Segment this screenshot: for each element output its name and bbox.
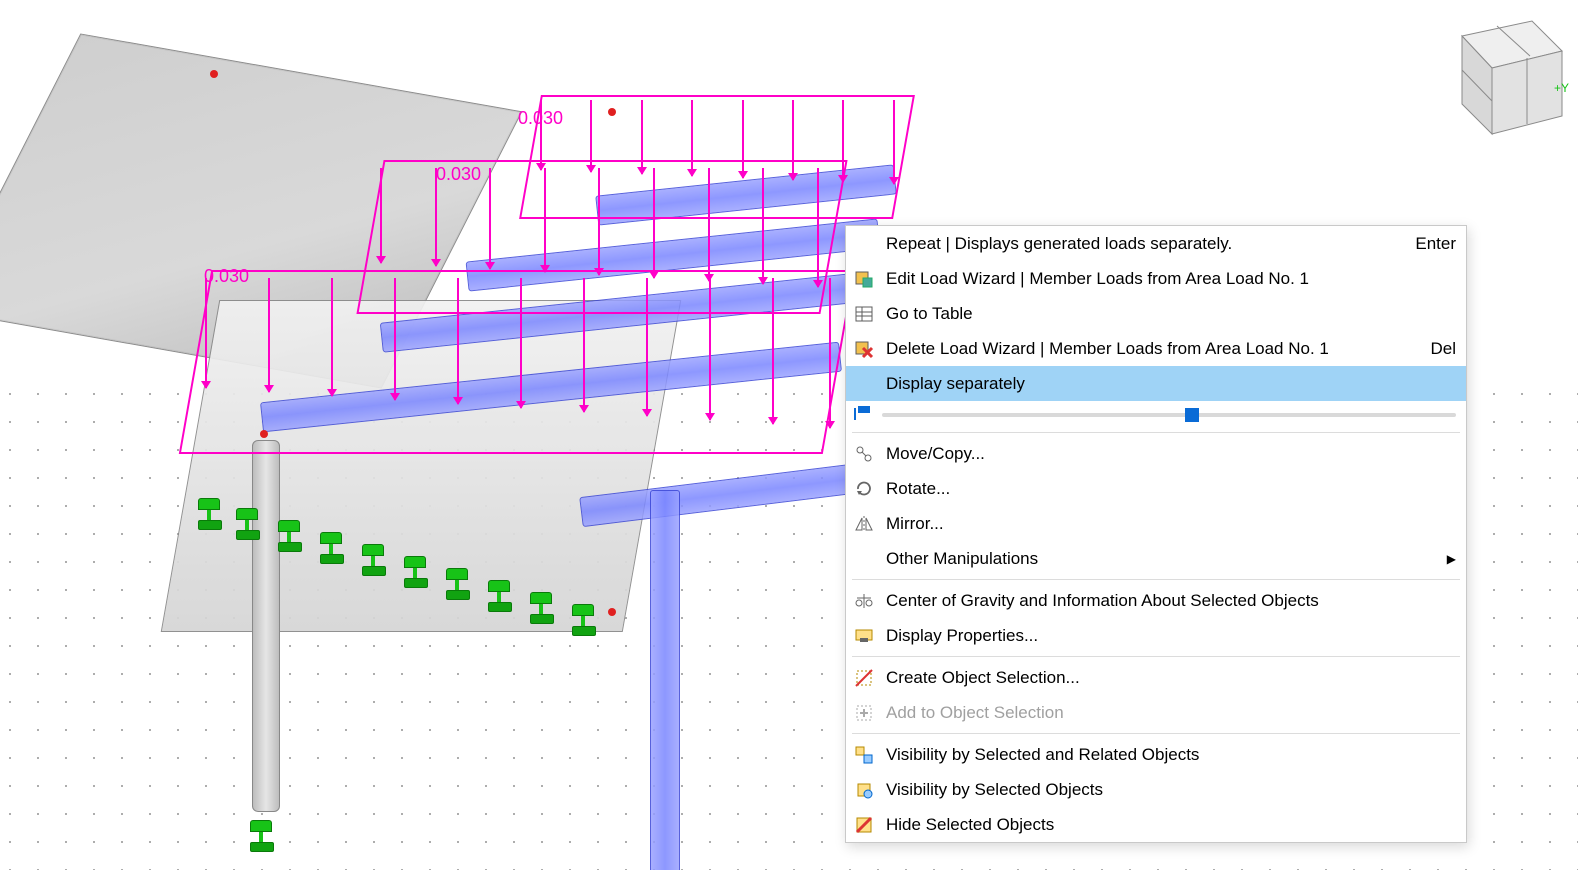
transparency-icon	[852, 403, 872, 428]
viewcube-axis-label: +Y	[1554, 81, 1569, 95]
load-value-label: 0.030	[518, 108, 563, 129]
wizard-edit-icon	[852, 267, 876, 291]
menu-separator	[852, 579, 1460, 580]
scale-icon	[852, 589, 876, 613]
menu-item-label: Display Properties...	[886, 626, 1456, 646]
menu-item-shortcut: Enter	[1395, 234, 1456, 254]
column-beam	[650, 490, 680, 870]
node-marker	[608, 108, 616, 116]
selection-create-icon	[852, 666, 876, 690]
menu-item-label: Other Manipulations	[886, 549, 1429, 569]
menu-separator	[852, 733, 1460, 734]
menu-item-label: Repeat | Displays generated loads separa…	[886, 234, 1385, 254]
menu-item-label: Rotate...	[886, 479, 1456, 499]
menu-item-shortcut: Del	[1410, 339, 1456, 359]
hide-icon	[852, 813, 876, 837]
menu-item-label: Go to Table	[886, 304, 1456, 324]
menu-item-repeat[interactable]: Repeat | Displays generated loads separa…	[846, 226, 1466, 261]
blank-icon	[852, 372, 876, 396]
menu-item-label: Create Object Selection...	[886, 668, 1456, 688]
wizard-delete-icon	[852, 337, 876, 361]
menu-item-label: Hide Selected Objects	[886, 815, 1456, 835]
menu-item-visibility-selected[interactable]: Visibility by Selected Objects	[846, 772, 1466, 807]
menu-item-create-object-selection[interactable]: Create Object Selection...	[846, 660, 1466, 695]
menu-item-display-separately[interactable]: Display separately	[846, 366, 1466, 401]
blank-icon	[852, 547, 876, 571]
menu-item-mirror[interactable]: Mirror...	[846, 506, 1466, 541]
slider-thumb[interactable]	[1185, 408, 1199, 422]
menu-item-rotate[interactable]: Rotate...	[846, 471, 1466, 506]
load-value-label: 0.030	[204, 266, 249, 287]
menu-item-visibility-selected-related[interactable]: Visibility by Selected and Related Objec…	[846, 737, 1466, 772]
rotate-icon	[852, 477, 876, 501]
selection-add-icon	[852, 701, 876, 725]
load-value-label: 0.030	[436, 164, 481, 185]
menu-separator	[852, 432, 1460, 433]
menu-item-hide-selected[interactable]: Hide Selected Objects	[846, 807, 1466, 842]
menu-separator	[852, 656, 1460, 657]
menu-item-transparency-slider[interactable]	[846, 401, 1466, 429]
menu-item-display-properties[interactable]: Display Properties...	[846, 618, 1466, 653]
menu-item-label: Visibility by Selected Objects	[886, 780, 1456, 800]
blank-icon	[852, 232, 876, 256]
menu-item-add-to-object-selection: Add to Object Selection	[846, 695, 1466, 730]
menu-item-label: Display separately	[886, 374, 1456, 394]
menu-item-label: Center of Gravity and Information About …	[886, 591, 1456, 611]
node-marker	[260, 430, 268, 438]
menu-item-label: Delete Load Wizard | Member Loads from A…	[886, 339, 1400, 359]
node-marker	[210, 70, 218, 78]
table-icon	[852, 302, 876, 326]
display-props-icon	[852, 624, 876, 648]
visibility-selected-icon	[852, 778, 876, 802]
node-marker	[608, 608, 616, 616]
menu-item-label: Visibility by Selected and Related Objec…	[886, 745, 1456, 765]
view-cube[interactable]: +Y	[1422, 6, 1572, 146]
menu-item-label: Edit Load Wizard | Member Loads from Are…	[886, 269, 1456, 289]
column	[252, 440, 280, 812]
menu-item-label: Move/Copy...	[886, 444, 1456, 464]
menu-item-go-to-table[interactable]: Go to Table	[846, 296, 1466, 331]
context-menu[interactable]: Repeat | Displays generated loads separa…	[845, 225, 1467, 843]
menu-item-delete-load-wizard[interactable]: Delete Load Wizard | Member Loads from A…	[846, 331, 1466, 366]
mirror-icon	[852, 512, 876, 536]
menu-item-label: Add to Object Selection	[886, 703, 1456, 723]
load-arrows	[205, 278, 835, 358]
menu-item-edit-load-wizard[interactable]: Edit Load Wizard | Member Loads from Are…	[846, 261, 1466, 296]
move-copy-icon	[852, 442, 876, 466]
menu-item-move-copy[interactable]: Move/Copy...	[846, 436, 1466, 471]
submenu-arrow-icon: ▶	[1447, 552, 1456, 566]
menu-item-other-manipulations[interactable]: Other Manipulations ▶	[846, 541, 1466, 576]
menu-item-center-of-gravity[interactable]: Center of Gravity and Information About …	[846, 583, 1466, 618]
slider-track[interactable]	[882, 413, 1456, 417]
menu-item-label: Mirror...	[886, 514, 1456, 534]
visibility-related-icon	[852, 743, 876, 767]
